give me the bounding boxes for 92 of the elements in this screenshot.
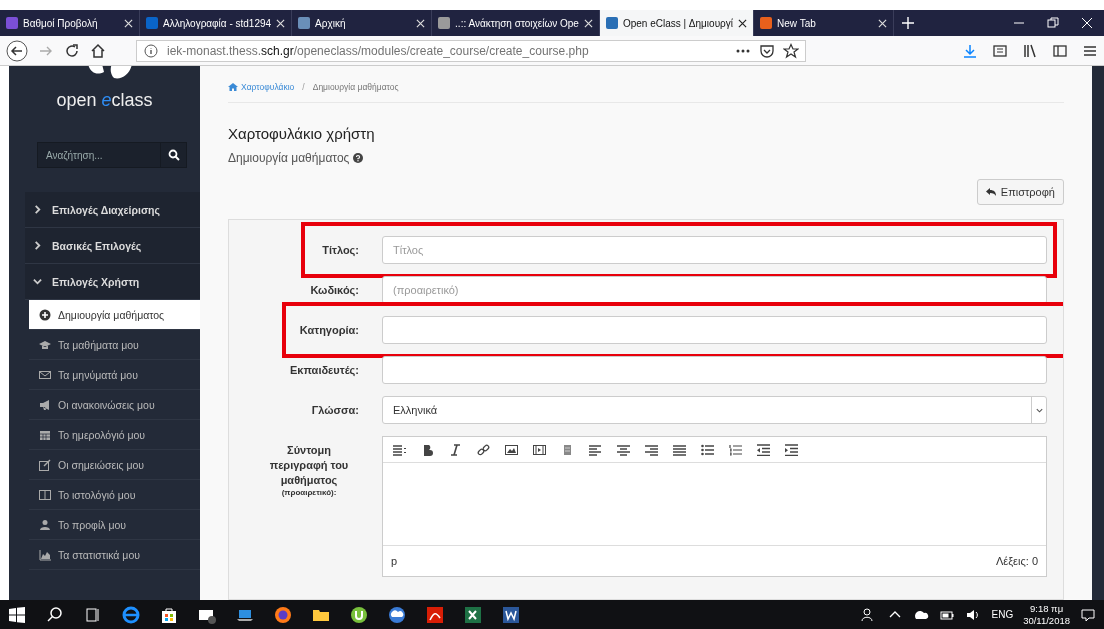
home-icon[interactable] bbox=[90, 42, 106, 59]
columns-icon bbox=[39, 488, 51, 501]
field-label: Γλώσσα: bbox=[310, 403, 359, 418]
close-icon[interactable] bbox=[1079, 15, 1095, 31]
reload-icon[interactable] bbox=[64, 42, 80, 59]
search-field[interactable]: Αναζήτηση... bbox=[37, 142, 161, 168]
torrent-icon[interactable] bbox=[350, 605, 368, 624]
menu-group[interactable]: Επιλογές Διαχείρισης bbox=[25, 192, 200, 228]
breadcrumb-current: Δημιουργία μαθήματος bbox=[312, 82, 399, 92]
page-title: Χαρτοφυλάκιο χρήστη bbox=[228, 125, 376, 142]
note-icon bbox=[39, 458, 51, 471]
help-icon[interactable] bbox=[353, 153, 364, 163]
text-field[interactable]: Τίτλος bbox=[382, 236, 1047, 264]
breadcrumb-separator: / bbox=[302, 82, 305, 92]
image-icon[interactable] bbox=[505, 443, 518, 456]
bullet-list-icon[interactable] bbox=[701, 443, 714, 456]
breadcrumb-link[interactable]: Χαρτοφυλάκιο bbox=[228, 82, 295, 92]
task-view-icon[interactable] bbox=[84, 605, 102, 624]
align-center-icon[interactable] bbox=[617, 443, 630, 456]
film-icon[interactable] bbox=[533, 443, 546, 456]
library-icon[interactable] bbox=[1022, 42, 1038, 59]
file-icon[interactable] bbox=[561, 443, 574, 456]
align-left-icon[interactable] bbox=[589, 443, 602, 456]
format-icon[interactable] bbox=[393, 443, 406, 456]
logo-text: open eclass bbox=[56, 90, 153, 111]
pdf-icon[interactable] bbox=[426, 605, 444, 624]
tab-title: ..:: Ανάκτηση στοιχείων Ope bbox=[455, 17, 579, 29]
tab-title: Open eClass | Δημιουργί bbox=[622, 17, 734, 29]
search-icon[interactable] bbox=[46, 605, 64, 624]
field-label: Κωδικός: bbox=[309, 283, 359, 298]
language-indicator[interactable]: ENG bbox=[991, 609, 1014, 620]
word-count: Λέξεις: 0 bbox=[995, 555, 1038, 567]
bullhorn-icon bbox=[39, 398, 51, 411]
language-select[interactable]: Ελληνικά bbox=[382, 396, 1047, 424]
tab-title: New Tab bbox=[777, 17, 817, 29]
star-icon[interactable] bbox=[783, 42, 799, 59]
calendar-icon bbox=[39, 428, 51, 441]
outdent-icon[interactable] bbox=[757, 443, 770, 456]
pocket-icon[interactable] bbox=[759, 42, 775, 59]
page-subtitle: Δημιουργία μαθήματος bbox=[228, 151, 350, 165]
menu-group[interactable]: Βασικές Επιλογές bbox=[25, 228, 200, 264]
browser-e-icon[interactable] bbox=[122, 605, 140, 624]
download-icon[interactable] bbox=[962, 42, 978, 59]
text-field[interactable]: (προαιρετικό) bbox=[382, 276, 1047, 304]
spreadsheet-icon[interactable] bbox=[464, 605, 482, 624]
search-button[interactable] bbox=[161, 142, 187, 168]
address-bar[interactable]: iek-monast.thess.sch.gr/openeclass/modules/create_course/create_course.php bbox=[136, 39, 806, 62]
field-label: Τίτλος: bbox=[321, 243, 359, 258]
close-icon[interactable] bbox=[738, 18, 748, 28]
document-icon[interactable] bbox=[502, 605, 520, 624]
url-text: iek-monast.thess.sch.gr/openeclass/modules/create_course/create_course.php bbox=[167, 43, 590, 58]
browser-tab[interactable]: Open eClass | Δημιουργί bbox=[599, 10, 755, 36]
fox-globe-icon[interactable] bbox=[274, 605, 292, 624]
tab-title: Βαθμοί Προβολή bbox=[23, 17, 99, 29]
clock-time: 9:18 πμ bbox=[1030, 603, 1064, 615]
home-icon bbox=[228, 82, 238, 92]
reader-icon[interactable] bbox=[992, 42, 1008, 59]
store-bag-icon[interactable] bbox=[160, 605, 178, 624]
notifications-icon[interactable] bbox=[1080, 606, 1096, 623]
user-icon bbox=[39, 518, 51, 531]
restore-icon[interactable] bbox=[1045, 15, 1061, 31]
sidebar-icon[interactable] bbox=[1052, 42, 1068, 59]
field-label: Κατηγορία: bbox=[298, 323, 359, 338]
tab-title: Αλληλογραφία - std1294 bbox=[163, 17, 272, 29]
info-icon bbox=[143, 42, 159, 59]
plus-icon[interactable] bbox=[900, 15, 917, 31]
field-note: (προαιρετικό): bbox=[280, 487, 338, 499]
rich-text-editor[interactable]: p Λέξεις: 0 bbox=[382, 436, 1047, 577]
search-icon[interactable] bbox=[167, 149, 180, 161]
clock-date: 30/11/2018 bbox=[1023, 614, 1070, 626]
plus-circle-icon bbox=[39, 308, 51, 321]
indent-icon[interactable] bbox=[785, 443, 798, 456]
link-icon[interactable] bbox=[477, 443, 490, 456]
windows-start-icon[interactable] bbox=[8, 605, 26, 624]
envelope-icon bbox=[39, 368, 51, 381]
cloud-app-icon[interactable] bbox=[388, 605, 406, 624]
field-label: Εκπαιδευτές: bbox=[289, 363, 359, 378]
align-right-icon[interactable] bbox=[645, 443, 658, 456]
tab-title: Αρχική bbox=[315, 17, 347, 29]
field-label: Σύντομη περιγραφή του μαθήματος bbox=[269, 444, 349, 486]
bold-icon[interactable] bbox=[421, 443, 434, 456]
element-path: p bbox=[391, 555, 398, 567]
reply-arrow-icon bbox=[985, 187, 996, 197]
graduation-cap-icon bbox=[39, 338, 51, 351]
back-button[interactable]: Επιστροφή bbox=[976, 179, 1064, 205]
area-chart-icon bbox=[39, 548, 51, 561]
align-justify-icon[interactable] bbox=[673, 443, 686, 456]
sidebar-item[interactable]: Δημιουργία μαθήματος bbox=[29, 300, 200, 330]
back-icon[interactable] bbox=[6, 39, 28, 62]
numbered-list-icon[interactable] bbox=[729, 443, 742, 456]
menu-group[interactable]: Επιλογές Χρήστη bbox=[25, 264, 200, 300]
italic-icon[interactable] bbox=[449, 443, 462, 456]
